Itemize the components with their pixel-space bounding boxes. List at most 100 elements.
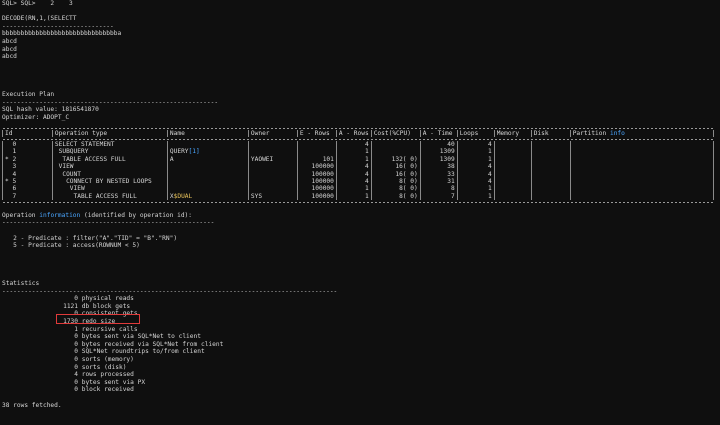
plan-cell-loops: 4 [456,163,495,171]
plan-cell-disk [530,140,571,149]
statistic-row: 0 bytes sent via PX [2,379,718,387]
plan-cell-arows: 1 [335,155,372,164]
statistic-label: recursive calls [81,325,138,333]
plan-cell-disk [530,177,571,186]
sql-prompt: SQL> SQL> 2 3 [2,0,73,7]
statistic-value: 0 [74,333,78,341]
plan-cell-atime: 40 [419,140,458,149]
plan-cell-erows: 100000 [296,163,337,171]
plan-row: 6 VIEW 100000 1 8( 0) 8 1 [2,185,715,193]
plan-cell-erows: 100000 [296,177,337,186]
plan-cell-memory [493,177,532,186]
plan-cell-disk [530,185,571,193]
statistic-label: bytes received via SQL*Net from client [81,340,224,348]
plan-cell-part [569,170,715,178]
plan-cell-memory [493,148,532,156]
plan-cell-op: COUNT [51,170,168,178]
plan-cell-memory [493,163,532,171]
partition-info-highlight: info [609,129,625,137]
plan-cell-part [569,185,715,193]
plan-cell-name [166,185,249,193]
plan-cell-id: 4 [2,170,53,178]
statistic-value: 0 [74,356,78,364]
statistic-row: 0 bytes sent via SQL*Net to client [2,333,718,341]
plan-cell-arows: 4 [335,163,372,171]
plan-cell-id: * 5 [2,177,53,186]
statistic-label: db block gets [81,302,131,310]
plan-cell-op: CONNECT BY NESTED LOOPS [51,177,168,186]
statistic-value: 0 [74,378,78,386]
plan-cell-op: TABLE ACCESS FULL [51,155,168,164]
plan-cell-disk [530,170,571,178]
statistics-list: 0 physical reads 1121 db block gets 0 cons… [2,295,718,394]
plan-cell-arows: 1 [335,185,372,193]
plan-cell-cost: 132( 0) [370,155,421,164]
plan-cell-memory [493,185,532,193]
col-header: Cost(%CPU) [370,129,421,137]
plan-cell-name [166,170,249,178]
plan-cell-name: X$DUAL [166,192,249,201]
statistic-label: block received [81,386,134,394]
result-line: bbbbbbbbbbbbbbbbbbbbbbbbbbbbbbba [2,30,122,38]
plan-cell-atime: 8 [419,185,458,193]
plan-cell-owner [247,148,298,156]
col-header: Name [166,129,249,137]
plan-row: * 5 CONNECT BY NESTED LOOPS 100000 4 8( 0) 3… [2,177,715,186]
plan-cell-arows: 4 [335,170,372,178]
plan-cell-owner [247,170,298,178]
col-header: Disk [530,129,571,137]
plan-cell-erows: 100000 [296,170,337,178]
plan-cell-arows: 4 [335,177,372,186]
statistic-label: rows processed [81,371,134,379]
statistic-value: 0 [74,348,78,356]
plan-cell-memory [493,170,532,178]
plan-cell-loops: 4 [456,170,495,178]
statistic-row: 0 block received [2,386,718,394]
statistic-row: 0 SQL*Net roundtrips to/from client [2,348,718,356]
statistic-row: 4 rows processed [2,371,718,379]
plan-cell-id: 1 [2,148,53,156]
plan-cell-part [569,192,715,201]
col-header: Memory [493,129,532,137]
plan-cell-cost: 16( 0) [370,170,421,178]
result-divider: ------------------------------ [2,22,114,30]
plan-cell-owner [247,177,298,186]
plan-cell-erows: 100000 [296,192,337,201]
terminal-window[interactable]: SQL> SQL> 2 3 DECODE(RN,1,(SELECTT -----… [0,0,720,425]
statistic-value: 1121 [63,302,78,310]
result-line: abcd [2,37,17,45]
statistic-row: 0 sorts (disk) [2,364,718,372]
plan-row: 1 SUBQUERY QUERY[1] 1 1309 1 [2,148,715,156]
statistics-divider: ----------------------------------------… [2,287,338,295]
plan-cell-loops: 1 [456,148,495,156]
sql-hash-value: SQL hash value: 1816541870 [2,106,99,114]
plan-cell-erows [296,148,337,156]
plan-cell-atime: 7 [419,192,458,201]
plan-cell-id: 0 [2,140,53,149]
plan-cell-op: TABLE ACCESS FULL [51,192,168,201]
plan-cell-part [569,148,715,156]
statistic-value: 4 [74,371,78,379]
col-header: Operation type [51,129,168,137]
plan-row: 7 TABLE ACCESS FULL X$DUAL SYS 100000 1 8( 0)… [2,192,715,201]
result-line: abcd [2,45,17,53]
plan-cell-memory [493,192,532,201]
plan-cell-part [569,155,715,164]
col-header: Loops [456,129,495,137]
statistic-label: SQL*Net roundtrips to/from client [81,348,205,356]
plan-cell-atime: 1309 [419,148,458,156]
plan-cell-cost: 8( 0) [370,177,421,186]
plan-cell-id: 6 [2,185,53,193]
plan-cell-op: VIEW [51,185,168,193]
statistic-value: 0 [74,363,78,371]
statistic-row: 0 physical reads [2,295,718,303]
plan-cell-cost: 16( 0) [370,163,421,171]
annotation-highlight-box [56,314,140,324]
plan-cell-erows [296,140,337,149]
plan-cell-atime: 33 [419,170,458,178]
plan-cell-id: * 2 [2,155,53,164]
plan-cell-disk [530,163,571,171]
operation-info-divider: ----------------------------------------… [2,219,215,227]
plan-row: * 2 TABLE ACCESS FULL A YAOWEI 101 1 132( 0) 1… [2,155,715,164]
plan-cell-loops: 1 [456,192,495,201]
